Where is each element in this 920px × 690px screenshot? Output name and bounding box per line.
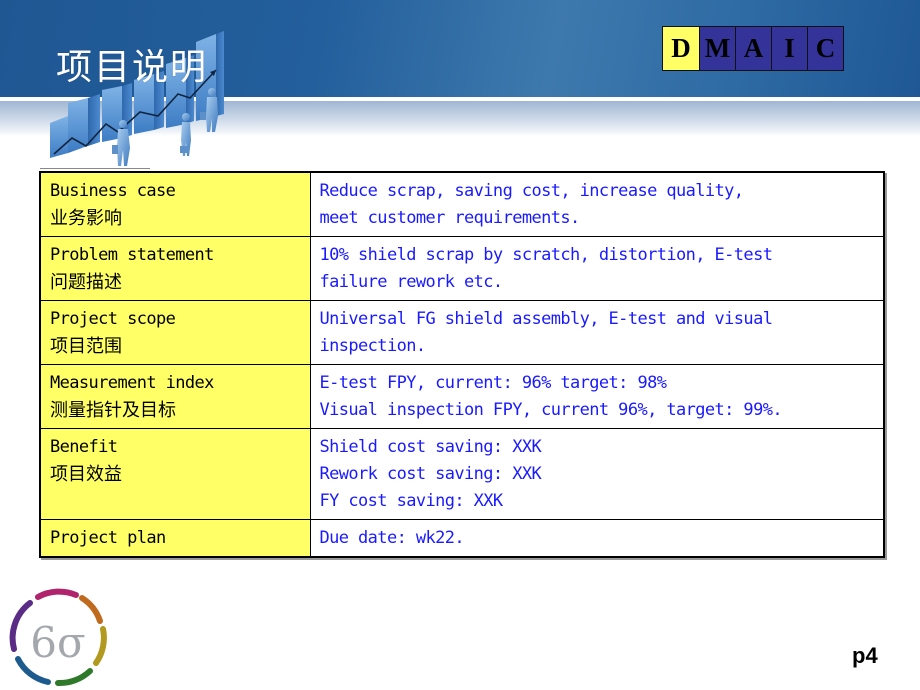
label-chinese: 项目效益 [50,464,122,485]
charter-row: Project plan Due date: wk22. [39,519,885,558]
dmaic-phase-c: C [807,27,843,70]
charter-row: Project scope 项目范围 Universal FG shield ass… [39,300,885,365]
charter-row: Benefit 项目效益 Shield cost saving: XXK Rework… [39,428,885,520]
charter-row-label: Project scope 项目范围 [39,300,311,365]
charter-row-label: Business case 业务影响 [39,171,311,237]
value-line: Shield cost saving: XXK [319,437,542,457]
charter-row-value: Reduce scrap, saving cost, increase qual… [309,171,885,237]
charter-row: Business case 业务影响 Reduce scrap, saving co… [39,171,885,237]
value-line: failure rework etc. [319,272,504,292]
charter-row-label: Project plan [39,519,311,558]
charter-row-value: 10% shield scrap by scratch, distortion,… [309,236,885,301]
dmaic-phase-m: M [699,27,735,70]
charter-row-value: E-test FPY, current: 96% target: 98% Visu… [309,364,885,429]
dmaic-phase-a: A [735,27,771,70]
label-chinese: 测量指针及目标 [50,400,176,421]
label-chinese: 业务影响 [50,208,122,229]
dmaic-phase-indicator: DMAIC [662,26,844,71]
label-english: Project plan [50,528,166,548]
value-line: Reduce scrap, saving cost, increase qual… [319,181,745,201]
value-line: FY cost saving: XXK [319,491,504,511]
charter-row-label: Benefit 项目效益 [39,428,311,520]
header-rule [40,168,150,169]
label-english: Project scope [50,309,176,329]
value-line: Universal FG shield assembly, E-test and… [319,309,773,329]
six-sigma-logo: 6σ [9,588,107,687]
page-title: 项目说明 [56,47,209,88]
dmaic-phase-d: D [663,27,699,70]
value-line: meet customer requirements. [319,208,581,228]
label-english: Problem statement [50,245,214,265]
charter-row-value: Universal FG shield assembly, E-test and… [309,300,885,365]
label-english: Business case [50,181,176,201]
charter-row-label: Measurement index 测量指针及目标 [39,364,311,429]
label-chinese: 问题描述 [50,272,122,293]
label-chinese: 项目范围 [50,336,122,357]
charter-row-value: Due date: wk22. [309,519,885,558]
value-line: Visual inspection FPY, current 96%, targ… [319,400,783,420]
project-charter-table: Business case 业务影响 Reduce scrap, saving co… [39,171,885,558]
value-line: 10% shield scrap by scratch, distortion,… [319,245,773,265]
value-line: Due date: wk22. [319,528,465,548]
value-line: Rework cost saving: XXK [319,464,542,484]
six-sigma-logo-text: 6σ [30,618,85,667]
charter-row-value: Shield cost saving: XXK Rework cost savin… [309,428,885,520]
dmaic-phase-i: I [771,27,807,70]
charter-row: Measurement index 测量指针及目标 E-test FPY, curr… [39,364,885,429]
label-english: Measurement index [50,373,214,393]
charter-row-label: Problem statement 问题描述 [39,236,311,301]
label-english: Benefit [50,437,118,457]
value-line: inspection. [319,336,427,356]
charter-row: Problem statement 问题描述 10% shield scrap by… [39,236,885,301]
value-line: E-test FPY, current: 96% target: 98% [319,373,667,393]
page-number: p4 [852,643,878,668]
